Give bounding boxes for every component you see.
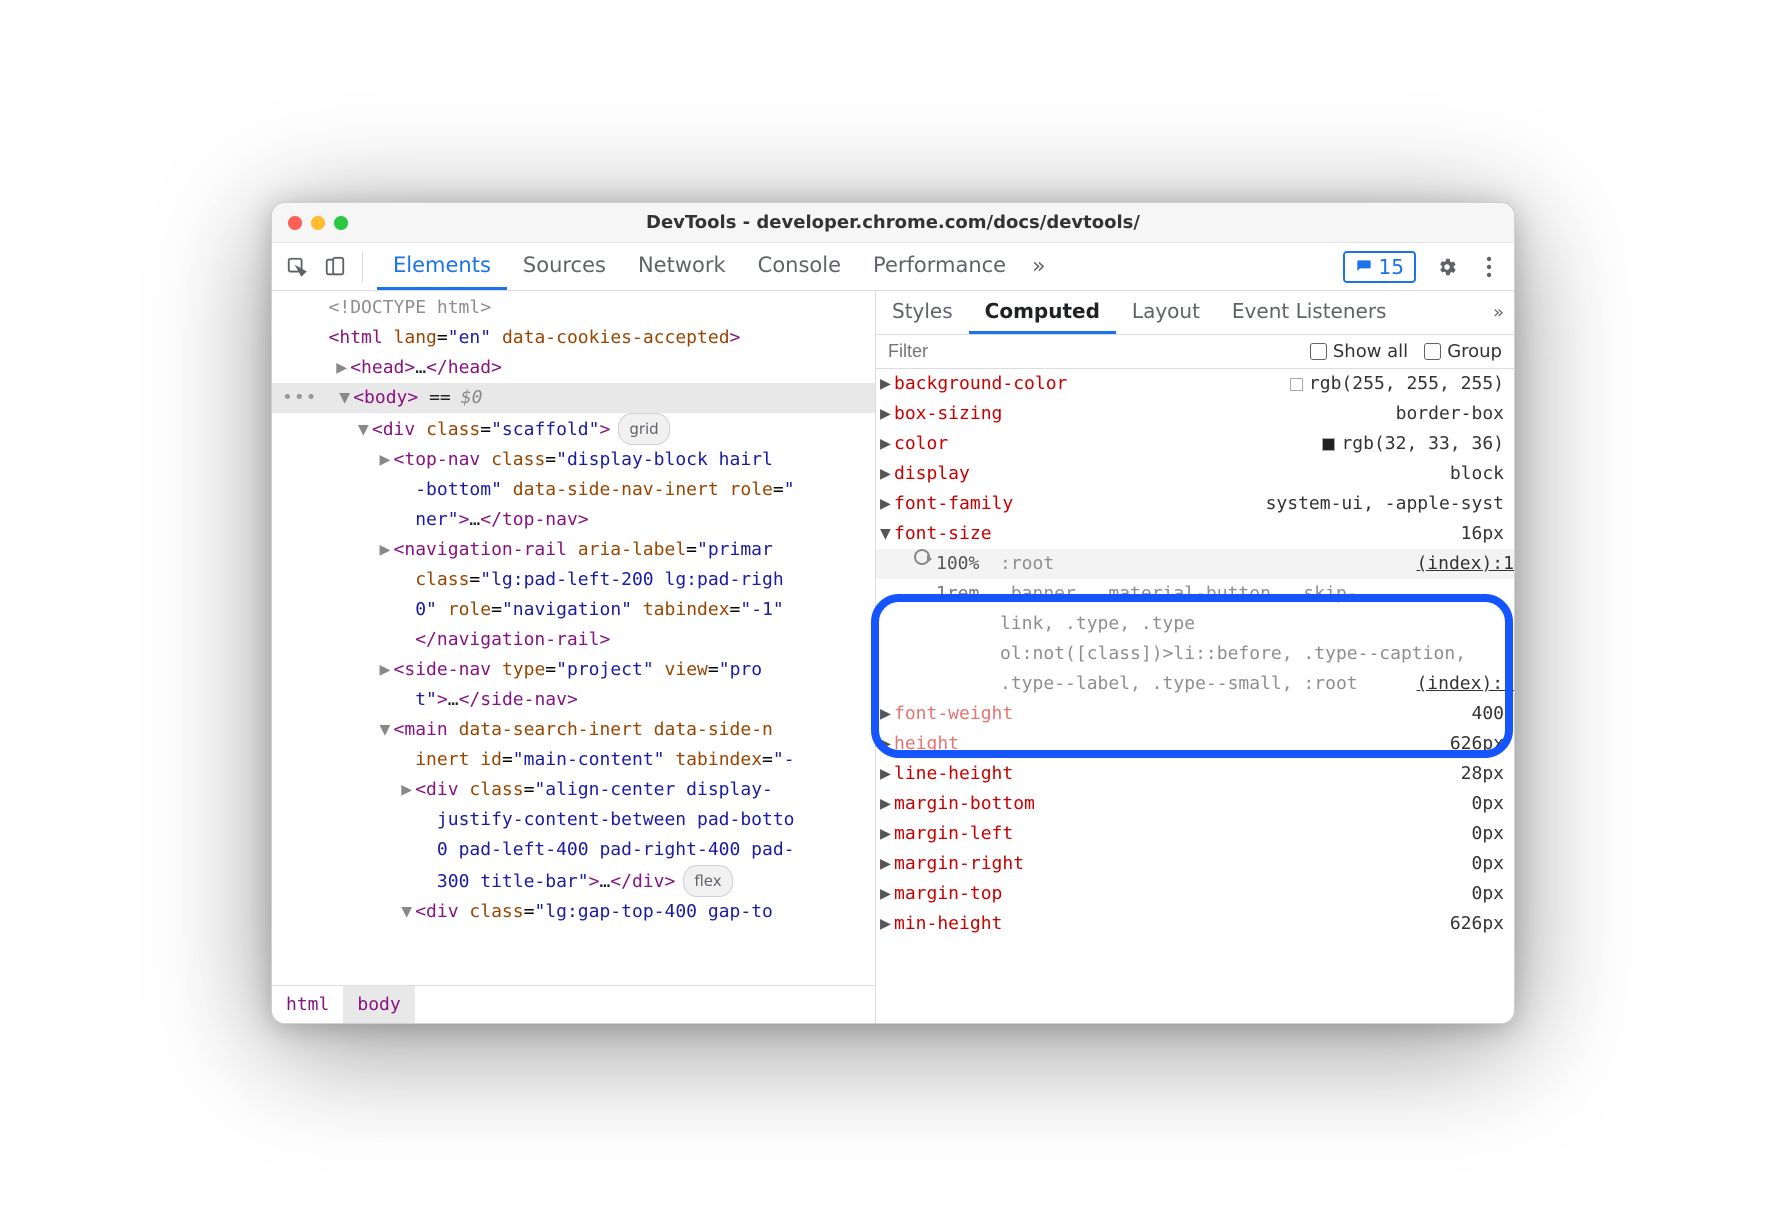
main-tabs: ElementsSourcesNetworkConsolePerformance	[377, 243, 1022, 290]
dom-line[interactable]: 0" role="navigation" tabindex="-1"	[272, 595, 875, 625]
trace-row[interactable]: .type--label, .type--small, :root(index)…	[876, 669, 1514, 699]
sub-tab-styles[interactable]: Styles	[876, 291, 969, 334]
dom-line[interactable]: t">…</side-nav>	[272, 685, 875, 715]
close-window-button[interactable]	[288, 216, 302, 230]
dom-line[interactable]: ner">…</top-nav>	[272, 505, 875, 535]
computed-row-font-family[interactable]: ▶ font-familysystem-ui, -apple-syst	[876, 489, 1514, 519]
tab-console[interactable]: Console	[742, 243, 857, 290]
styles-pane: StylesComputedLayoutEvent Listeners » Sho…	[876, 291, 1514, 1023]
title-bar: DevTools - developer.chrome.com/docs/dev…	[272, 203, 1514, 243]
dom-line[interactable]: ▶<div class="align-center display-	[272, 775, 875, 805]
trace-row[interactable]: ol:not([class])>li::before, .type--capti…	[876, 639, 1514, 669]
dom-line[interactable]: ▼<main data-search-inert data-side-n	[272, 715, 875, 745]
computed-row-font-weight[interactable]: ▶ font-weight400	[876, 699, 1514, 729]
dom-line[interactable]: ▶<top-nav class="display-block hairl	[272, 445, 875, 475]
show-all-checkbox[interactable]: Show all	[1310, 341, 1408, 362]
navigate-icon[interactable]	[914, 549, 930, 565]
crumb-html[interactable]: html	[272, 986, 343, 1023]
dom-line[interactable]: ▶<head>…</head>	[272, 353, 875, 383]
computed-row-line-height[interactable]: ▶ line-height28px	[876, 759, 1514, 789]
sub-tab-computed[interactable]: Computed	[969, 291, 1116, 334]
sub-tabs: StylesComputedLayoutEvent Listeners »	[876, 291, 1514, 335]
issues-chip[interactable]: 15	[1343, 251, 1416, 283]
dom-line[interactable]: ▼<div class="lg:gap-top-400 gap-to	[272, 897, 875, 927]
dom-line[interactable]: -bottom" data-side-nav-inert role="	[272, 475, 875, 505]
dom-line[interactable]: 0 pad-left-400 pad-right-400 pad-	[272, 835, 875, 865]
computed-row-margin-left[interactable]: ▶ margin-left0px	[876, 819, 1514, 849]
trace-row[interactable]: 1rem.banner, .material-button, .skip-	[876, 579, 1514, 609]
tab-elements[interactable]: Elements	[377, 243, 507, 290]
trace-row[interactable]: 100%:root(index):1	[876, 549, 1514, 579]
minimize-window-button[interactable]	[311, 216, 325, 230]
computed-row-margin-top[interactable]: ▶ margin-top0px	[876, 879, 1514, 909]
breadcrumbs: htmlbody	[272, 985, 875, 1023]
sub-tab-event-listeners[interactable]: Event Listeners	[1216, 291, 1403, 334]
dom-line[interactable]: <html lang="en" data-cookies-accepted>	[272, 323, 875, 353]
trace-row[interactable]: link, .type, .type	[876, 609, 1514, 639]
elements-panel: <!DOCTYPE html> <html lang="en" data-coo…	[272, 291, 876, 1023]
computed-row-margin-right[interactable]: ▶ margin-right0px	[876, 849, 1514, 879]
computed-row-height[interactable]: ▶ height626px	[876, 729, 1514, 759]
dom-line[interactable]: ▶<navigation-rail aria-label="primar	[272, 535, 875, 565]
computed-row-display[interactable]: ▶ displayblock	[876, 459, 1514, 489]
tab-network[interactable]: Network	[622, 243, 742, 290]
dom-tree[interactable]: <!DOCTYPE html> <html lang="en" data-coo…	[272, 291, 875, 985]
tab-performance[interactable]: Performance	[857, 243, 1022, 290]
traffic-lights	[272, 216, 364, 230]
filter-input[interactable]	[888, 341, 1294, 362]
computed-row-background-color[interactable]: ▶ background-colorrgb(255, 255, 255)	[876, 369, 1514, 399]
issues-count: 15	[1379, 255, 1404, 279]
computed-filterbar: Show all Group	[876, 335, 1514, 369]
divider	[362, 251, 363, 282]
window-title: DevTools - developer.chrome.com/docs/dev…	[272, 212, 1514, 233]
dom-line[interactable]: ▶<side-nav type="project" view="pro	[272, 655, 875, 685]
kebab-menu-icon[interactable]	[1478, 256, 1500, 278]
tab-sources[interactable]: Sources	[507, 243, 622, 290]
computed-row-color[interactable]: ▶ colorrgb(32, 33, 36)	[876, 429, 1514, 459]
dom-line[interactable]: inert id="main-content" tabindex="-	[272, 745, 875, 775]
dom-line[interactable]: justify-content-between pad-botto	[272, 805, 875, 835]
dom-line[interactable]: 300 title-bar">…</div>flex	[272, 865, 875, 897]
crumb-body[interactable]: body	[343, 986, 414, 1023]
devtools-window: DevTools - developer.chrome.com/docs/dev…	[271, 202, 1515, 1024]
computed-row-min-height[interactable]: ▶ min-height626px	[876, 909, 1514, 939]
main-tabbar: ElementsSourcesNetworkConsolePerformance…	[272, 243, 1514, 291]
dom-line[interactable]: ▼<div class="scaffold">grid	[272, 413, 875, 445]
device-toggle-icon[interactable]	[316, 243, 354, 290]
main-tabs-overflow-icon[interactable]: »	[1022, 243, 1055, 290]
group-checkbox[interactable]: Group	[1424, 341, 1502, 362]
dom-line[interactable]: class="lg:pad-left-200 lg:pad-righ	[272, 565, 875, 595]
computed-row-margin-bottom[interactable]: ▶ margin-bottom0px	[876, 789, 1514, 819]
dom-line[interactable]: ••• ▼<body> ==$0	[272, 383, 875, 413]
computed-row-box-sizing[interactable]: ▶ box-sizingborder-box	[876, 399, 1514, 429]
dom-line[interactable]: <!DOCTYPE html>	[272, 293, 875, 323]
sub-tabs-overflow-icon[interactable]: »	[1483, 291, 1514, 334]
sub-tab-layout[interactable]: Layout	[1116, 291, 1216, 334]
computed-row-font-size[interactable]: ▼ font-size16px	[876, 519, 1514, 549]
maximize-window-button[interactable]	[334, 216, 348, 230]
dom-line[interactable]: </navigation-rail>	[272, 625, 875, 655]
settings-icon[interactable]	[1428, 256, 1466, 278]
inspect-element-icon[interactable]	[278, 243, 316, 290]
computed-properties[interactable]: ▶ background-colorrgb(255, 255, 255)▶ bo…	[876, 369, 1514, 1023]
